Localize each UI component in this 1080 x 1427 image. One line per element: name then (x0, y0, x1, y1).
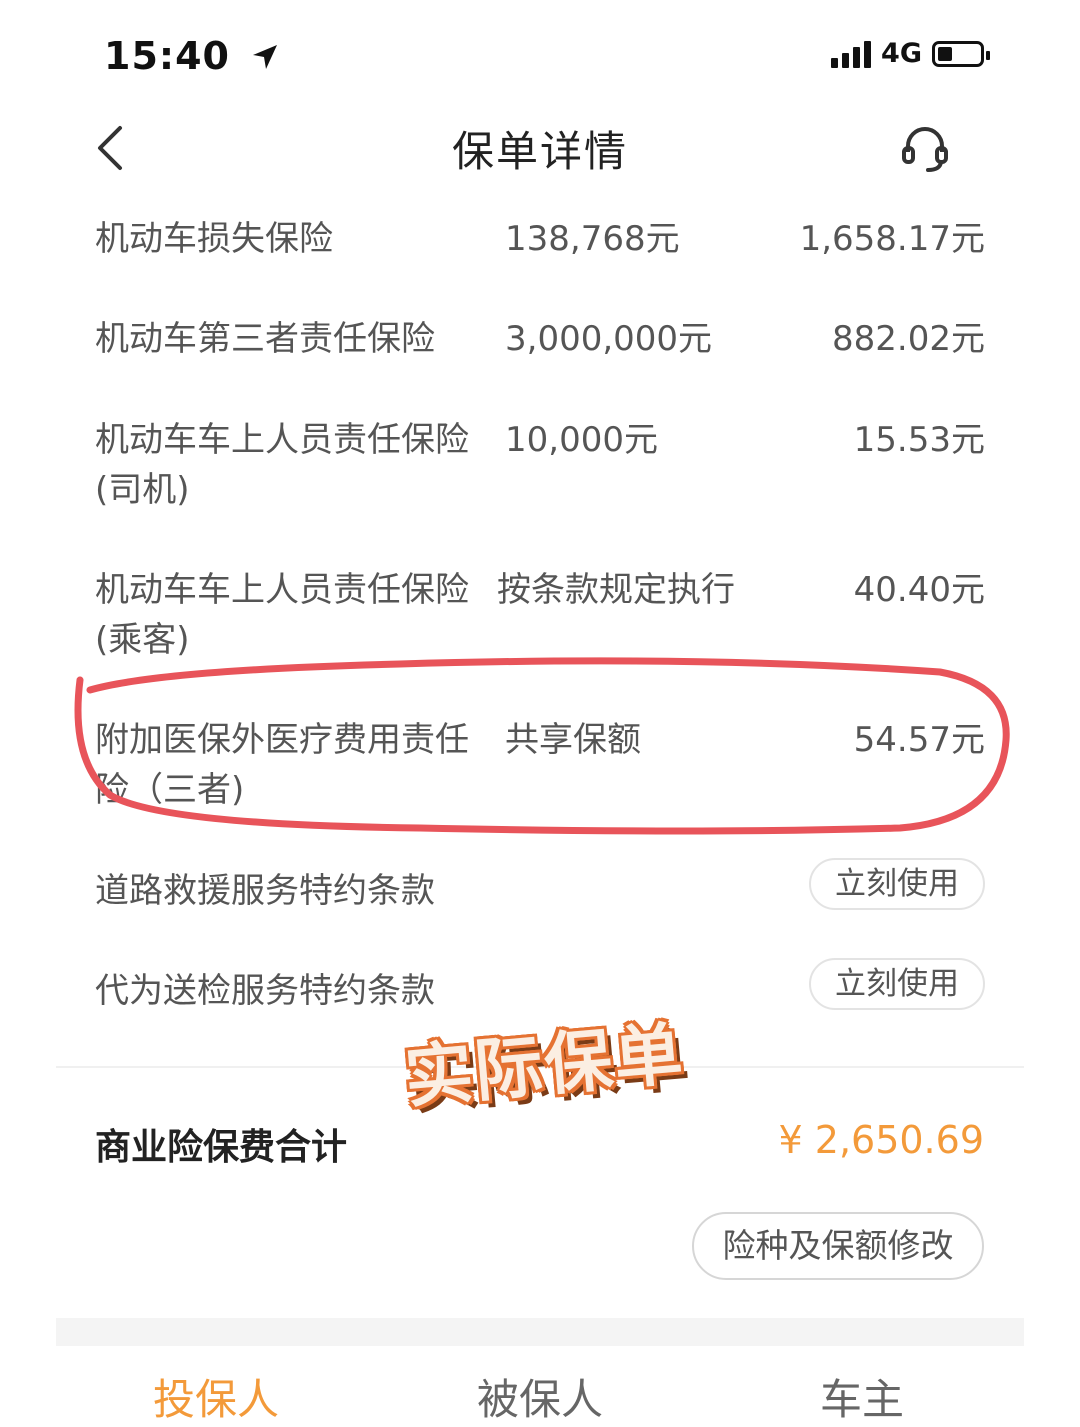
use-now-button[interactable]: 立刻使用 (809, 858, 985, 910)
coverage-amount: 3,000,000元 (505, 319, 713, 359)
total-label: 商业险保费合计 (95, 1127, 348, 1168)
tab-insured[interactable]: 被保人 (390, 1366, 690, 1427)
coverage-name: 机动车车上人员责任保险(司机) (95, 420, 469, 510)
status-time-text: 15:40 (104, 34, 230, 78)
modify-coverage-button[interactable]: 险种及保额修改 (692, 1212, 984, 1280)
coverage-row: 机动车损失保险 138,768元 1,658.17元 (95, 214, 985, 264)
coverage-row: 机动车车上人员责任保险(司机) 10,000元 15.53元 (95, 415, 985, 515)
tab-policyholder[interactable]: 投保人 (66, 1366, 366, 1427)
service-row: 道路救援服务特约条款 立刻使用 (95, 858, 985, 916)
coverage-premium: 15.53元 (853, 420, 985, 460)
service-row: 代为送检服务特约条款 立刻使用 (95, 958, 985, 1016)
coverage-name: 机动车损失保险 (95, 219, 333, 259)
use-now-button[interactable]: 立刻使用 (809, 958, 985, 1010)
coverage-premium: 54.57元 (853, 720, 985, 760)
service-name: 道路救援服务特约条款 (95, 871, 435, 911)
coverage-premium: 40.40元 (853, 570, 985, 610)
signal-icon (831, 40, 872, 68)
tab-vehicle-owner[interactable]: 车主 (712, 1366, 1012, 1427)
coverage-row: 机动车车上人员责任保险(乘客) 按条款规定执行 40.40元 (95, 565, 985, 665)
battery-icon (932, 40, 990, 67)
coverage-amount: 共享保额 (505, 720, 641, 760)
status-indicators: 4G (831, 38, 990, 69)
section-separator (56, 1318, 1024, 1346)
headset-icon[interactable] (900, 124, 950, 174)
stamp-sticker: 实际保单 (401, 1014, 688, 1119)
coverage-name: 机动车第三者责任保险 (95, 319, 435, 359)
coverage-amount: 按条款规定执行 (497, 570, 735, 610)
coverage-premium: 882.02元 (832, 319, 985, 359)
coverage-row: 机动车第三者责任保险 3,000,000元 882.02元 (95, 314, 985, 364)
coverage-name: 机动车车上人员责任保险(乘客) (95, 570, 469, 660)
total-value: ¥ 2,650.69 (778, 1118, 984, 1162)
coverage-amount: 10,000元 (505, 420, 658, 460)
coverage-amount: 138,768元 (505, 219, 680, 259)
coverage-name: 附加医保外医疗费用责任险（三者) (95, 720, 469, 810)
network-type: 4G (881, 38, 922, 69)
status-time: 15:40 (104, 34, 280, 78)
coverage-row: 附加医保外医疗费用责任险（三者) 共享保额 54.57元 (95, 715, 985, 815)
coverage-premium: 1,658.17元 (799, 219, 985, 259)
location-arrow-icon (253, 45, 278, 69)
